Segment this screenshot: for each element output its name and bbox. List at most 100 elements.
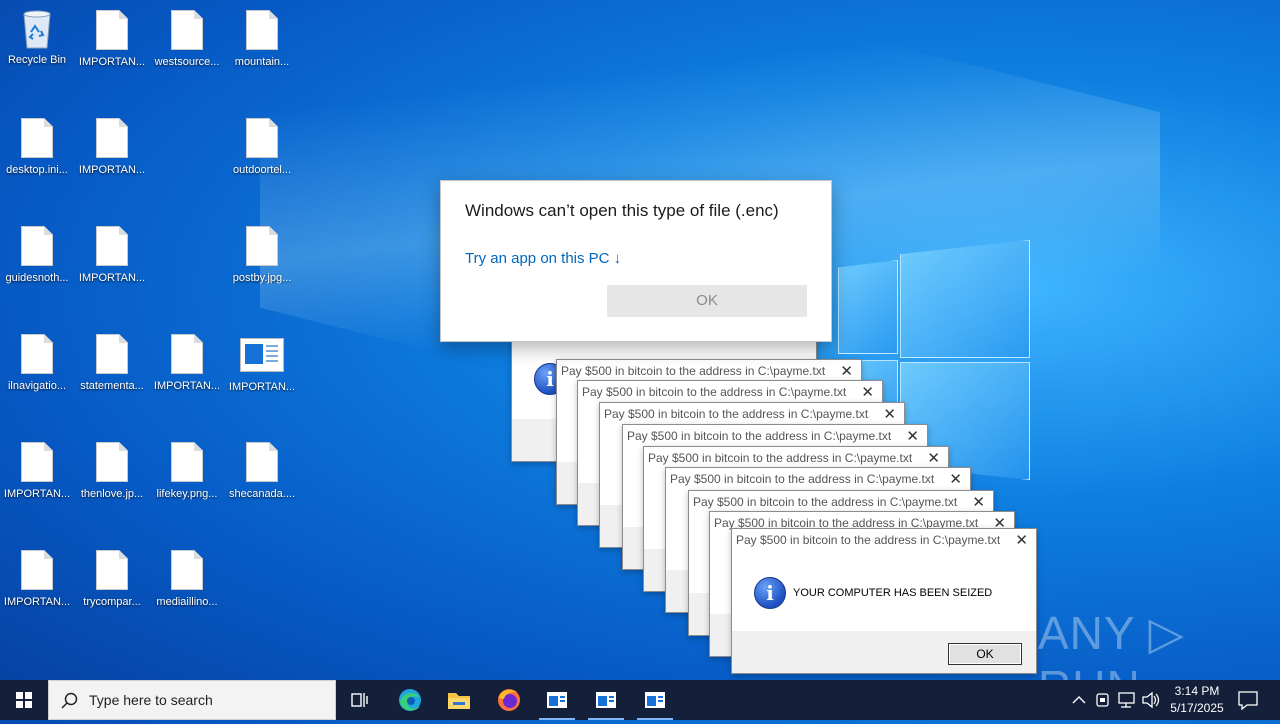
file-icon (96, 226, 128, 266)
desktop-icon-file[interactable]: ilnavigatio... (0, 334, 74, 392)
message-box-title: Pay $500 in bitcoin to the address in C:… (648, 451, 913, 465)
clock-time: 3:14 PM (1174, 684, 1220, 698)
file-icon (246, 442, 278, 482)
ok-button[interactable]: OK (948, 643, 1022, 665)
desktop-icon-file[interactable]: guidesnoth... (0, 226, 74, 284)
network-icon (1118, 692, 1135, 708)
message-box-title: Pay $500 in bitcoin to the address in C:… (693, 495, 958, 509)
desktop-icon-label: postby.jpg... (232, 272, 292, 284)
desktop-icon-label: IMPORTAN... (153, 380, 221, 392)
desktop-icon-label: shecanada.... (228, 488, 296, 500)
file-icon (246, 118, 278, 158)
desktop-icon-file[interactable]: outdoortel... (225, 118, 299, 176)
taskbar-clock[interactable]: 3:14 PM 5/17/2025 (1164, 683, 1230, 717)
desktop-icon-label: ilnavigatio... (7, 380, 67, 392)
close-icon[interactable]: ✕ (972, 493, 985, 511)
dialog-ok-button[interactable]: OK (607, 285, 807, 317)
desktop-icon-file[interactable]: IMPORTAN... (75, 10, 149, 68)
taskbar-edge[interactable] (386, 680, 434, 720)
tray-network[interactable] (1116, 680, 1138, 720)
search-placeholder: Type here to search (89, 692, 213, 708)
folder-icon (448, 693, 470, 709)
recycle-bin-icon (18, 8, 56, 50)
desktop-icon-label: IMPORTAN... (3, 596, 71, 608)
taskbar-firefox[interactable] (485, 680, 533, 720)
notification-icon (1238, 691, 1258, 711)
ransom-message-box-front: Pay $500 in bitcoin to the address in C:… (731, 528, 1037, 674)
file-icon (21, 334, 53, 374)
document-image-icon (240, 338, 284, 372)
info-icon: i (754, 577, 786, 609)
close-icon[interactable]: ✕ (840, 362, 853, 380)
task-view-icon (351, 693, 368, 707)
desktop-icon-file[interactable]: shecanada.... (225, 442, 299, 500)
file-icon (96, 10, 128, 50)
desktop-icon-recycle-bin[interactable]: Recycle Bin (0, 8, 74, 66)
desktop-icon-file[interactable]: lifekey.png... (150, 442, 224, 500)
windows-start-icon (16, 692, 32, 708)
desktop-icon-file[interactable]: mediaillino... (150, 550, 224, 608)
start-button[interactable] (0, 680, 48, 720)
desktop-icon-label: mountain... (234, 56, 290, 68)
message-box-title: Pay $500 in bitcoin to the address in C:… (604, 407, 869, 421)
taskbar-file-explorer[interactable] (435, 680, 483, 720)
file-icon (21, 550, 53, 590)
dialog-title: Windows can’t open this type of file (.e… (465, 201, 779, 220)
tray-chevron[interactable] (1068, 680, 1090, 720)
desktop-icon-file[interactable]: IMPORTAN... (0, 442, 74, 500)
search-icon (61, 692, 78, 709)
desktop-icon-file[interactable]: IMPORTAN... (75, 118, 149, 176)
desktop-icon-label: mediaillino... (156, 596, 218, 608)
taskbar-app-window[interactable] (533, 680, 581, 720)
message-box-title: Pay $500 in bitcoin to the address in C:… (561, 364, 826, 378)
desktop-icon-label: guidesnoth... (5, 272, 69, 284)
app-window-icon (645, 692, 665, 708)
try-app-link[interactable]: Try an app on this PC ↓ (465, 250, 621, 267)
desktop-icon-label: trycompar... (83, 596, 141, 608)
desktop-icon-file[interactable]: thenlove.jp... (75, 442, 149, 500)
message-box-title: Pay $500 in bitcoin to the address in C:… (627, 429, 892, 443)
desktop-icon-file[interactable]: IMPORTAN... (150, 334, 224, 392)
desktop-icon-label: Recycle Bin (7, 54, 67, 66)
desktop-icon-file[interactable]: trycompar... (75, 550, 149, 608)
clock-date: 5/17/2025 (1170, 701, 1224, 715)
chevron-up-icon (1072, 696, 1086, 704)
task-view-button[interactable] (336, 680, 384, 720)
taskbar: Type here to search 3:14 PM 5/17/2025 (0, 680, 1280, 720)
file-icon (96, 334, 128, 374)
tray-device[interactable] (1092, 680, 1114, 720)
device-icon (1096, 693, 1109, 707)
close-icon[interactable]: ✕ (927, 449, 940, 467)
desktop-icon-file[interactable]: mountain... (225, 10, 299, 68)
app-window-icon (547, 692, 567, 708)
edge-icon (399, 689, 421, 711)
desktop-icon-file[interactable]: westsource... (150, 10, 224, 68)
desktop-icon-label: westsource... (154, 56, 220, 68)
cant-open-file-dialog: Windows can’t open this type of file (.e… (440, 180, 832, 342)
file-icon (96, 442, 128, 482)
desktop-icon-file[interactable]: postby.jpg... (225, 226, 299, 284)
message-box-title: Pay $500 in bitcoin to the address in C:… (670, 472, 935, 486)
close-icon[interactable]: ✕ (949, 470, 962, 488)
message-box-title: Pay $500 in bitcoin to the address in C:… (736, 533, 1001, 547)
tray-volume[interactable] (1140, 680, 1162, 720)
firefox-icon (498, 689, 520, 711)
desktop-icon-file[interactable]: IMPORTAN... (75, 226, 149, 284)
close-icon[interactable]: ✕ (861, 383, 874, 401)
desktop-icon-file[interactable]: statementa... (75, 334, 149, 392)
desktop-icon-label: lifekey.png... (156, 488, 218, 500)
desktop-icon-label: IMPORTAN... (3, 488, 71, 500)
desktop-icon-document[interactable]: IMPORTAN... (225, 334, 299, 393)
taskbar-app-window[interactable] (631, 680, 679, 720)
close-icon[interactable]: ✕ (1015, 531, 1028, 549)
volume-icon (1142, 691, 1160, 709)
desktop-icon-label: desktop.ini... (6, 164, 68, 176)
taskbar-app-window[interactable] (582, 680, 630, 720)
desktop-icon-file[interactable]: desktop.ini... (0, 118, 74, 176)
close-icon[interactable]: ✕ (906, 427, 919, 445)
message-box-title: Pay $500 in bitcoin to the address in C:… (582, 385, 847, 399)
close-icon[interactable]: ✕ (883, 405, 896, 423)
desktop-icon-file[interactable]: IMPORTAN... (0, 550, 74, 608)
notification-center-button[interactable] (1234, 680, 1262, 720)
taskbar-search-box[interactable]: Type here to search (48, 680, 336, 720)
